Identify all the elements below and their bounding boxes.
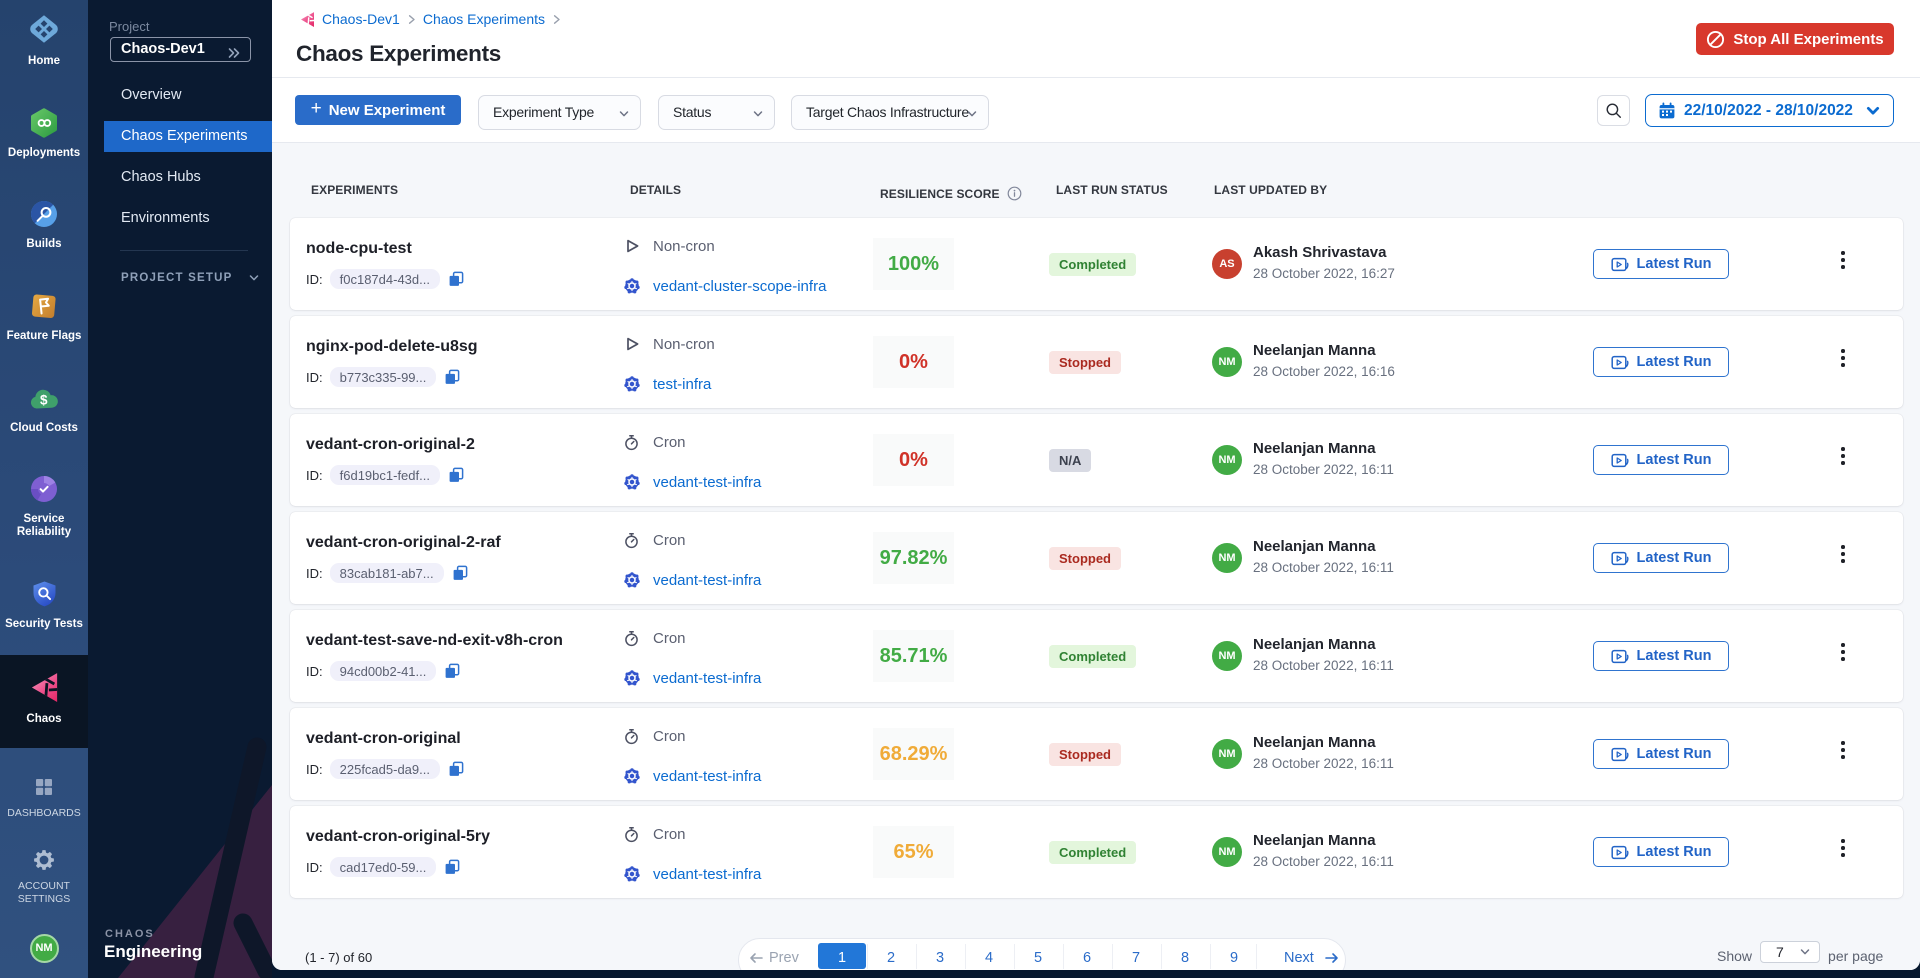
svg-text:$: $: [40, 393, 48, 408]
